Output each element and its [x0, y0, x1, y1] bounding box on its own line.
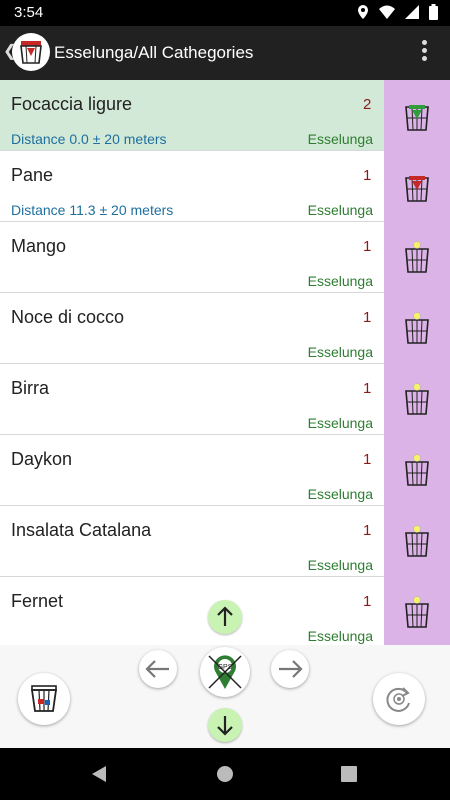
battery-icon — [429, 4, 438, 20]
move-left-button[interactable] — [139, 650, 177, 688]
list-item[interactable]: Focaccia ligure 2 Distance 0.0 ± 20 meters… — [0, 80, 450, 151]
system-nav-bar — [0, 748, 450, 800]
cart-logo-icon — [20, 41, 42, 64]
page-title: Esselunga/All Cathegories — [54, 43, 254, 62]
status-time: 3:54 — [14, 4, 44, 21]
nav-back-icon[interactable] — [90, 765, 108, 783]
item-quantity: 1 — [363, 167, 372, 184]
item-quantity: 1 — [363, 522, 372, 539]
cart-status-panel[interactable] — [384, 577, 450, 645]
cart-button[interactable] — [18, 673, 70, 725]
move-up-button[interactable] — [208, 600, 242, 634]
cart-status-icon — [405, 383, 429, 415]
cart-status-panel[interactable] — [384, 506, 450, 577]
item-store: Esselunga — [307, 273, 373, 289]
wifi-icon — [379, 5, 395, 19]
cart-status-panel[interactable] — [384, 151, 450, 222]
item-name: Mango — [11, 236, 67, 256]
item-distance: Distance 11.3 ± 20 meters — [11, 202, 174, 218]
cart-status-icon — [405, 241, 429, 273]
item-store: Esselunga — [307, 628, 373, 644]
list-item[interactable]: Birra 1 Esselunga — [0, 364, 450, 435]
nav-home-icon[interactable] — [216, 765, 234, 783]
item-distance: Distance 0.0 ± 20 meters — [11, 131, 167, 147]
item-quantity: 1 — [363, 593, 372, 610]
list-item[interactable]: Daykon 1 Esselunga — [0, 435, 450, 506]
cart-status-panel[interactable] — [384, 293, 450, 364]
overflow-menu-icon[interactable] — [422, 40, 428, 66]
cart-status-icon — [405, 312, 429, 344]
cart-status-icon — [405, 596, 429, 628]
gps-button[interactable]: GPS — [200, 647, 250, 697]
item-name: Pane — [11, 165, 54, 185]
cart-status-panel[interactable] — [384, 435, 450, 506]
refresh-button[interactable] — [373, 673, 425, 725]
item-name: Focaccia ligure — [11, 94, 133, 114]
nav-recents-icon[interactable] — [341, 766, 357, 782]
item-store: Esselunga — [307, 344, 373, 360]
cart-icon — [30, 685, 58, 712]
cart-status-panel[interactable] — [384, 222, 450, 293]
cart-status-panel[interactable] — [384, 80, 450, 151]
list-item[interactable]: Mango 1 Esselunga — [0, 222, 450, 293]
arrow-left-icon — [145, 660, 169, 678]
item-quantity: 2 — [363, 96, 372, 113]
cart-status-icon — [405, 176, 429, 202]
item-store: Esselunga — [307, 202, 373, 218]
location-icon — [358, 5, 368, 19]
cart-status-icon — [405, 525, 429, 557]
item-list: Focaccia ligure 2 Distance 0.0 ± 20 meters… — [0, 80, 450, 645]
cart-status-icon — [405, 454, 429, 486]
item-store: Esselunga — [307, 131, 373, 147]
arrow-up-icon — [217, 606, 233, 626]
item-store: Esselunga — [307, 486, 373, 502]
item-quantity: 1 — [363, 238, 372, 255]
list-item[interactable]: Insalata Catalana 1 Esselunga — [0, 506, 450, 577]
status-bar: 3:54 — [0, 0, 450, 26]
refresh-icon — [386, 687, 410, 712]
arrow-right-icon — [279, 660, 303, 678]
arrow-down-icon — [217, 716, 233, 736]
item-name: Birra — [11, 378, 50, 398]
app-bar: ❮ Esselunga/All Cathegories — [0, 26, 450, 80]
item-quantity: 1 — [363, 380, 372, 397]
item-store: Esselunga — [307, 557, 373, 573]
item-name: Noce di cocco — [11, 307, 125, 327]
item-name: Daykon — [11, 449, 73, 469]
app-logo[interactable] — [12, 33, 50, 71]
cart-status-icon — [405, 105, 429, 131]
control-panel: GPS — [0, 600, 450, 748]
list-item[interactable]: Noce di cocco 1 Esselunga — [0, 293, 450, 364]
move-right-button[interactable] — [271, 650, 309, 688]
signal-icon — [405, 5, 419, 19]
cart-status-panel[interactable] — [384, 364, 450, 435]
item-quantity: 1 — [363, 451, 372, 468]
status-icons — [357, 4, 438, 20]
item-quantity: 1 — [363, 309, 372, 326]
item-store: Esselunga — [307, 415, 373, 431]
item-name: Insalata Catalana — [11, 520, 152, 540]
item-name: Fernet — [11, 591, 64, 611]
gps-location-icon: GPS — [208, 655, 242, 689]
list-item[interactable]: Pane 1 Distance 11.3 ± 20 meters Esselunga — [0, 151, 450, 222]
move-down-button[interactable] — [208, 708, 242, 742]
